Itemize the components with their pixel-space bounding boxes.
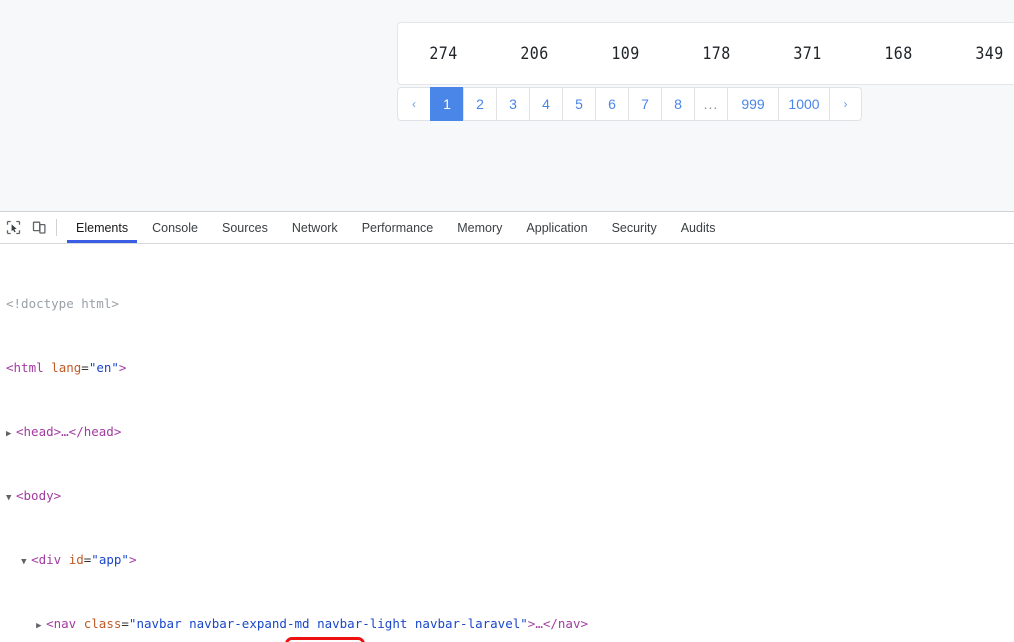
pagination-page-2[interactable]: 2 <box>463 87 496 121</box>
browser-viewport: 274 206 109 178 371 168 349 ‹ 1 2 3 4 5 … <box>0 0 1014 211</box>
app-attr-name: id <box>68 552 84 567</box>
device-toolbar-icon[interactable] <box>26 215 52 241</box>
chevron-down-icon[interactable]: ▼ <box>6 490 16 506</box>
pagination-page-999[interactable]: 999 <box>727 87 778 121</box>
html-attr-value: "en" <box>88 360 119 375</box>
tab-security[interactable]: Security <box>600 212 669 243</box>
number-cell: 178 <box>702 43 731 64</box>
tab-sources[interactable]: Sources <box>210 212 280 243</box>
tab-memory[interactable]: Memory <box>445 212 514 243</box>
screen-root: 274 206 109 178 371 168 349 ‹ 1 2 3 4 5 … <box>0 0 1014 642</box>
dom-row-doctype[interactable]: <!doctype html> <box>0 296 1014 312</box>
dom-row-body[interactable]: ▼ <body> <box>0 488 1014 504</box>
nav-attr-name: class <box>83 616 122 631</box>
app-tag: <div <box>31 552 62 567</box>
number-cell: 274 <box>429 43 458 64</box>
pagination-page-7[interactable]: 7 <box>628 87 661 121</box>
tab-elements[interactable]: Elements <box>64 212 140 243</box>
devtools-toolbar: Elements Console Sources Network Perform… <box>0 212 1014 244</box>
pagination-page-1[interactable]: 1 <box>430 87 463 121</box>
nav-close: …</nav> <box>535 616 588 631</box>
pagination-prev[interactable]: ‹ <box>397 87 430 121</box>
tab-application[interactable]: Application <box>514 212 599 243</box>
number-cell: 349 <box>975 43 1004 64</box>
pagination-page-4[interactable]: 4 <box>529 87 562 121</box>
pagination-page-6[interactable]: 6 <box>595 87 628 121</box>
pagination-page-8[interactable]: 8 <box>661 87 694 121</box>
number-cell: 206 <box>520 43 549 64</box>
tab-network[interactable]: Network <box>280 212 350 243</box>
card-body: 274 206 109 178 371 168 349 <box>398 23 1014 84</box>
dom-row-head[interactable]: ▶ <head>…</head> <box>0 424 1014 440</box>
doctype-text: <!doctype html> <box>6 296 119 311</box>
tab-audits[interactable]: Audits <box>669 212 728 243</box>
pagination-ellipsis: ... <box>694 87 727 121</box>
chevron-down-icon[interactable]: ▼ <box>21 554 31 570</box>
devtools-panel: Elements Console Sources Network Perform… <box>0 211 1014 642</box>
tab-console[interactable]: Console <box>140 212 210 243</box>
pagination-next[interactable]: › <box>829 87 862 121</box>
nav-tag: <nav <box>46 616 77 631</box>
html-tag: <html <box>6 360 44 375</box>
number-cell: 371 <box>793 43 822 64</box>
dom-tree[interactable]: <!doctype html> <html lang="en"> ▶ <head>… <box>0 244 1014 642</box>
pagination-page-3[interactable]: 3 <box>496 87 529 121</box>
html-attr-name: lang <box>51 360 82 375</box>
tab-performance[interactable]: Performance <box>350 212 446 243</box>
dom-row-app[interactable]: ▼ <div id="app"> <box>0 552 1014 568</box>
chevron-right-icon[interactable]: ▶ <box>36 618 46 634</box>
number-cell: 109 <box>611 43 640 64</box>
pagination: ‹ 1 2 3 4 5 6 7 8 ... 999 1000 › <box>397 87 862 121</box>
number-cell: 168 <box>884 43 913 64</box>
dom-row-html[interactable]: <html lang="en"> <box>0 360 1014 376</box>
nav-attr-value: "navbar navbar-expand-md navbar-light na… <box>128 616 528 631</box>
dom-row-nav[interactable]: ▶ <nav class="navbar navbar-expand-md nav… <box>0 616 1014 632</box>
chevron-right-icon[interactable]: ▶ <box>6 426 16 442</box>
head-text: <head>…</head> <box>16 424 122 439</box>
numbers-card: 274 206 109 178 371 168 349 <box>397 22 1014 85</box>
body-text: <body> <box>16 488 62 503</box>
app-attr-value: "app" <box>91 552 129 567</box>
inspect-element-icon[interactable] <box>0 215 26 241</box>
pagination-page-5[interactable]: 5 <box>562 87 595 121</box>
toolbar-divider <box>56 219 57 236</box>
pagination-page-1000[interactable]: 1000 <box>778 87 829 121</box>
